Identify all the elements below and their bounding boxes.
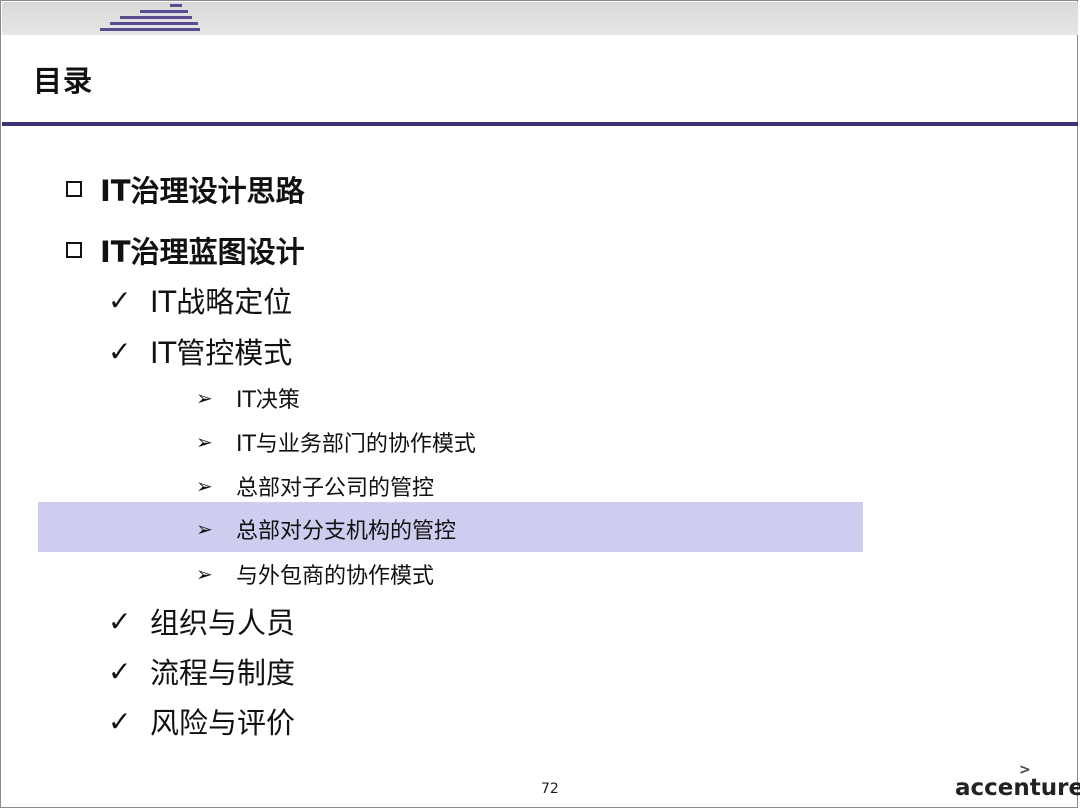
check-icon: ✓ — [108, 654, 132, 688]
toc-item[interactable]: ✓ 风险与评价 — [108, 700, 295, 742]
toc-item-label: 组织与人员 — [150, 606, 296, 640]
toc-item[interactable]: IT治理设计思路 — [66, 168, 305, 210]
toc-item-label: IT治理蓝图设计 — [100, 235, 305, 269]
title-divider — [2, 122, 1078, 126]
toc-item[interactable]: ➢ IT决策 — [196, 382, 300, 414]
accenture-logo: accenture — [955, 775, 1080, 801]
check-icon: ✓ — [108, 283, 132, 317]
arrow-icon: ➢ — [196, 474, 213, 498]
page-number: 72 — [541, 781, 559, 797]
toc-item-label: 总部对子公司的管控 — [236, 476, 435, 501]
toc-item[interactable]: ✓ 组织与人员 — [108, 600, 295, 642]
toc-item-label: IT决策 — [236, 388, 300, 413]
toc-item-label: IT治理设计思路 — [100, 174, 305, 208]
toc-item-label: 风险与评价 — [150, 706, 296, 740]
checkbox-icon — [66, 242, 82, 258]
toc-item-label: 流程与制度 — [150, 656, 296, 690]
toc-item-label: 总部对分支机构的管控 — [236, 519, 457, 544]
toc-item-label: 与外包商的协作模式 — [236, 564, 435, 589]
arrow-icon: ➢ — [196, 430, 213, 454]
toc-item-label: IT管控模式 — [150, 336, 293, 370]
toc-item[interactable]: ➢ 总部对子公司的管控 — [196, 470, 434, 502]
toc-item[interactable]: ➢ IT与业务部门的协作模式 — [196, 426, 476, 458]
check-icon: ✓ — [108, 604, 132, 638]
header-stripes-decoration — [100, 2, 200, 35]
arrow-icon: ➢ — [196, 517, 213, 541]
toc-item[interactable]: IT治理蓝图设计 — [66, 229, 305, 271]
toc-item[interactable]: ✓ IT战略定位 — [108, 279, 292, 321]
check-icon: ✓ — [108, 704, 132, 738]
toc-item[interactable]: ✓ 流程与制度 — [108, 650, 295, 692]
slide-title: 目录 — [33, 64, 94, 98]
toc-item-highlighted[interactable]: ➢ 总部对分支机构的管控 — [196, 513, 456, 545]
checkbox-icon — [66, 181, 82, 197]
toc-item[interactable]: ✓ IT管控模式 — [108, 330, 292, 372]
arrow-icon: ➢ — [196, 386, 213, 410]
arrow-icon: ➢ — [196, 562, 213, 586]
toc-item[interactable]: ➢ 与外包商的协作模式 — [196, 558, 434, 590]
toc-item-label: IT战略定位 — [150, 285, 293, 319]
check-icon: ✓ — [108, 334, 132, 368]
toc-item-label: IT与业务部门的协作模式 — [236, 432, 476, 457]
